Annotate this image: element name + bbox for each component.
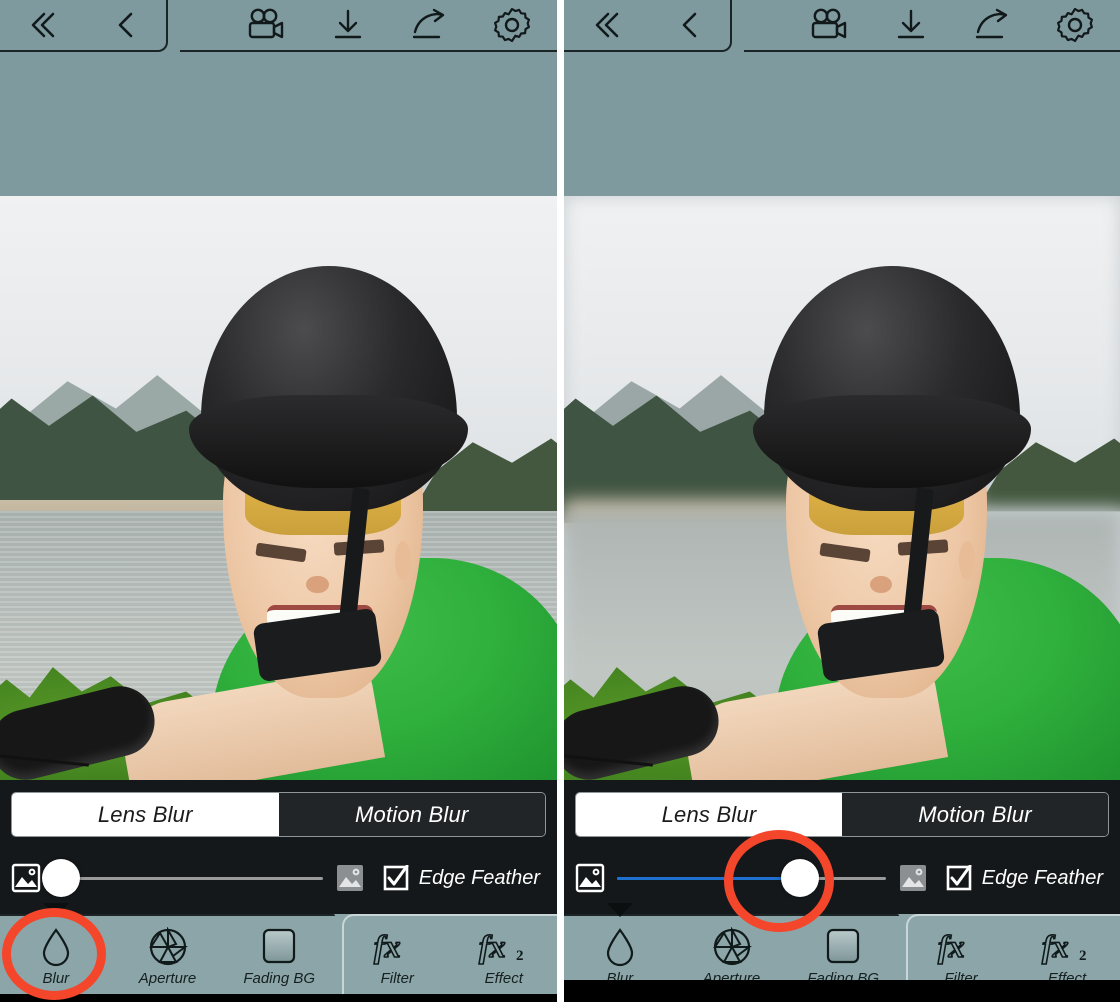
tab-motion-blur[interactable]: Motion Blur [842,793,1108,836]
edge-feather-toggle[interactable]: Edge Feather [383,865,546,891]
tab-effect-label: Effect [484,970,523,987]
blur-mode-tabs-after: Lens Blur Motion Blur [575,792,1109,837]
tab-effect[interactable]: fx 2 Effect [451,916,558,998]
edge-feather-label: Edge Feather [981,866,1103,889]
water-drop-icon [39,927,73,967]
boy-ear [958,541,975,581]
blur-mode-tabs: Lens Blur Motion Blur [11,792,546,837]
double-chevron-left-icon[interactable] [21,4,63,46]
fx-icon: fx [371,927,423,967]
image-sharp-icon [575,863,605,893]
panel-after: Lens Blur Motion Blur Edge Feather Blur … [564,0,1120,1002]
svg-text:2: 2 [1079,948,1087,964]
checkbox-checked-icon[interactable] [383,865,409,891]
tab-fading-bg[interactable]: Fading BG [223,916,335,998]
blur-amount-row: Edge Feather [11,854,546,902]
top-toolbar-after [564,0,1120,196]
image-blur-icon [335,863,365,893]
nav-button-group-after [564,0,732,52]
nav-button-group [0,0,168,52]
selected-tab-pointer [606,903,633,917]
slider-knob[interactable] [780,859,819,897]
boy-ear [395,541,412,581]
svg-text:2: 2 [516,948,524,964]
selected-tab-pointer [42,903,69,917]
double-chevron-left-icon[interactable] [585,4,627,46]
toolbar-actions [180,0,557,52]
share-icon[interactable] [407,2,453,48]
rounded-square-icon [825,927,861,967]
secondary-tool-group: fx Filter fx 2 Effect [342,914,557,998]
blur-amount-row-after: Edge Feather [575,854,1109,902]
photo-preview-after[interactable] [564,196,1120,780]
boy-nose [306,575,329,594]
panel-before: Lens Blur Motion Blur Edge Feather Blur … [0,0,557,1002]
water-drop-icon [603,927,637,967]
fx2-icon: fx 2 [476,927,532,967]
blur-slider-after[interactable] [617,859,886,897]
tab-aperture[interactable]: Aperture [112,916,224,998]
download-icon[interactable] [888,2,934,48]
app-screen: Lens Blur Motion Blur Edge Feather Blur … [0,0,1120,1002]
tab-lens-blur[interactable]: Lens Blur [12,793,279,836]
gear-icon[interactable] [489,2,535,48]
fx2-icon: fx 2 [1039,927,1095,967]
boy-nose [869,575,893,594]
rounded-square-icon [261,927,297,967]
share-icon[interactable] [970,2,1016,48]
image-sharp-icon [11,863,41,893]
bottom-tabbar-after: Blur Aperture Fading BG fx Filter fx 2 E… [564,903,1120,998]
toolbar-actions-after [744,0,1120,52]
chevron-left-icon[interactable] [668,4,710,46]
slider-fill [617,876,800,880]
fx-icon: fx [935,927,987,967]
primary-tool-group: Blur Aperture Fading BG [0,903,335,998]
edge-feather-toggle-after[interactable]: Edge Feather [946,865,1109,891]
top-toolbar [0,0,557,196]
bottom-strip [564,980,1120,998]
svg-text:fx: fx [479,928,506,964]
tab-aperture-label: Aperture [138,970,197,987]
aperture-icon [148,927,188,967]
blur-controls-before: Lens Blur Motion Blur Edge Feather [0,780,557,914]
panel-divider [557,0,564,1002]
photo-preview-before[interactable] [0,196,557,780]
slider-knob[interactable] [42,859,81,897]
checkbox-checked-icon[interactable] [946,865,972,891]
bottom-tabbar-before: Blur Aperture Fading BG fx Filter fx 2 E… [0,903,557,998]
image-blur-icon [898,863,928,893]
gear-icon[interactable] [1052,2,1098,48]
svg-text:fx: fx [1042,928,1069,964]
tab-fading-bg-label: Fading BG [243,970,316,987]
blur-controls-after: Lens Blur Motion Blur Edge Feather [564,780,1120,914]
svg-text:fx: fx [374,928,401,964]
blur-slider-before[interactable] [42,859,323,897]
bottom-strip [0,994,557,998]
video-camera-icon[interactable] [243,2,289,48]
tab-filter-label: Filter [380,970,414,987]
chevron-left-icon[interactable] [104,4,146,46]
slider-rail [53,876,323,880]
video-camera-icon[interactable] [806,2,852,48]
tab-blur[interactable]: Blur [0,903,112,998]
edge-feather-label: Edge Feather [418,866,540,889]
aperture-icon [712,927,752,967]
svg-text:fx: fx [938,928,965,964]
tab-motion-blur[interactable]: Motion Blur [278,793,545,836]
tab-filter[interactable]: fx Filter [344,916,451,998]
tab-blur-label: Blur [42,970,70,987]
tab-lens-blur[interactable]: Lens Blur [576,793,842,836]
download-icon[interactable] [325,2,371,48]
